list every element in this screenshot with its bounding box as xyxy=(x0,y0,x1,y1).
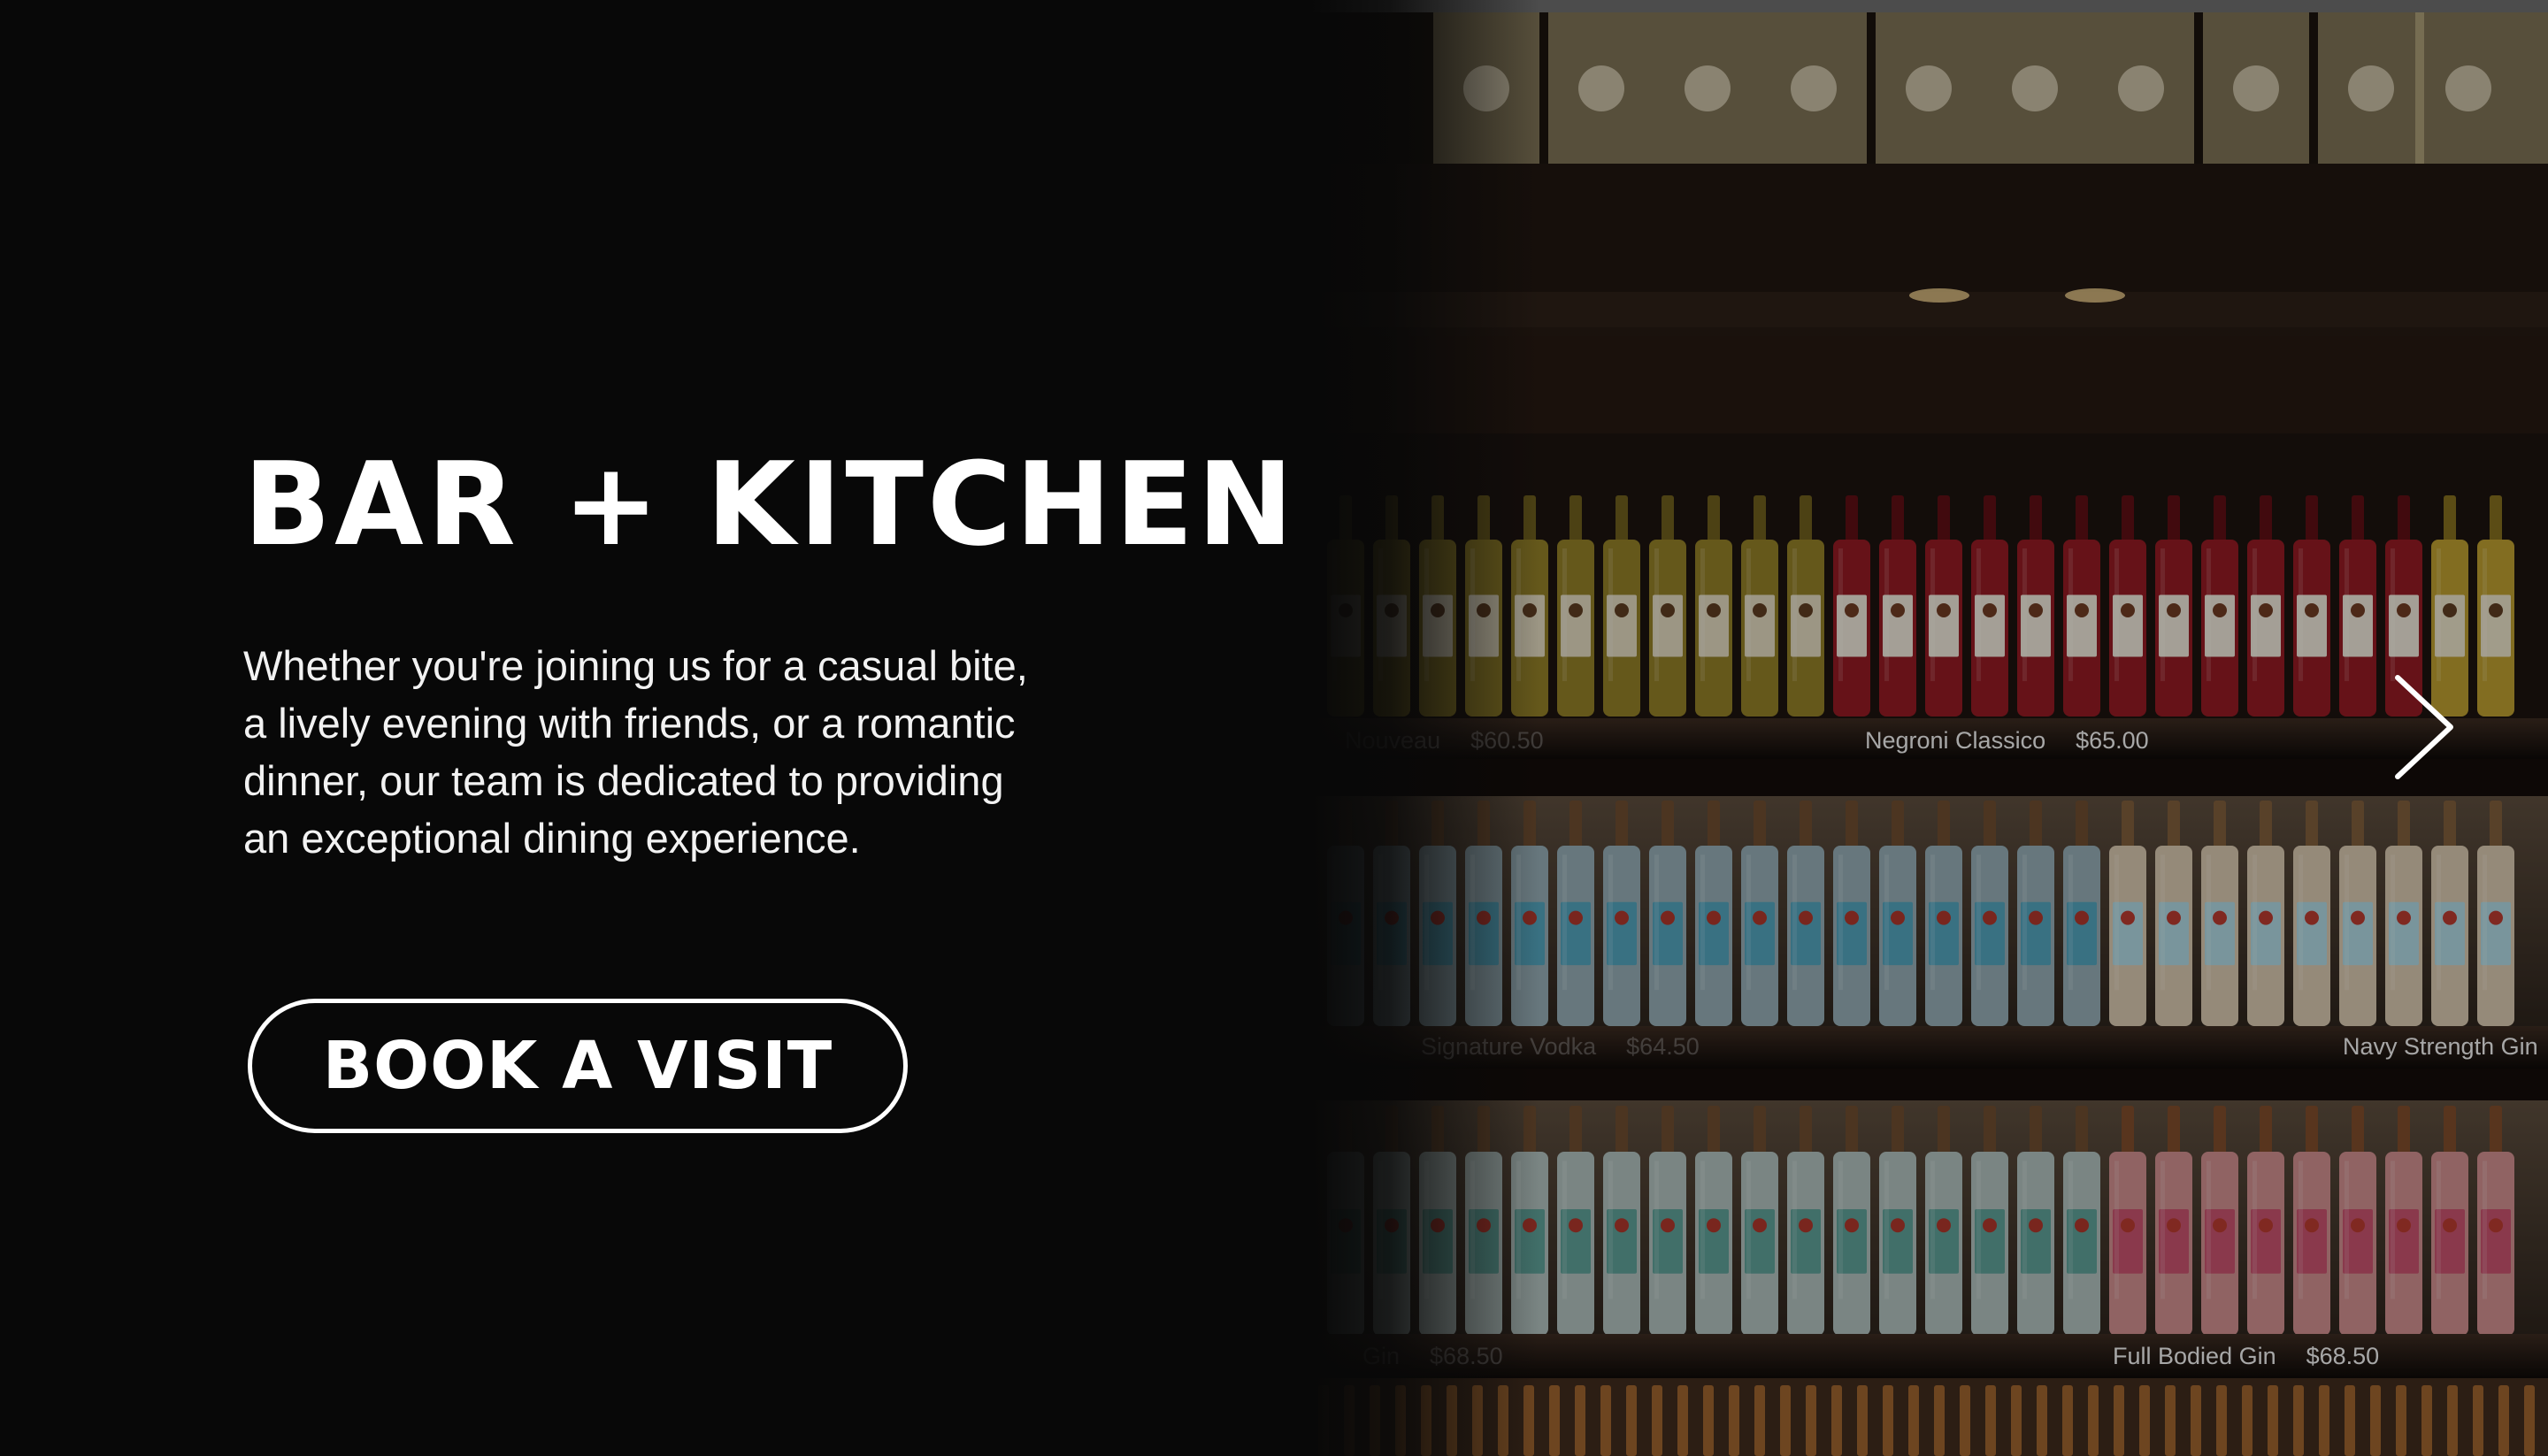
page-title: BAR + KITCHEN xyxy=(243,437,1297,571)
bottle-neck xyxy=(2396,1385,2406,1456)
bottle-neck xyxy=(2037,1385,2047,1456)
shelf-label-name: Signature Vodka xyxy=(1421,1033,1597,1060)
gin-box-seal xyxy=(2348,65,2394,111)
gin-box-seal xyxy=(1906,65,1952,111)
bottle-neck xyxy=(2139,1385,2150,1456)
bottle-neck xyxy=(2114,1385,2124,1456)
bottle-neck xyxy=(2216,1385,2227,1456)
bottle-neck xyxy=(2421,1385,2432,1456)
gin-box-seal xyxy=(2118,65,2164,111)
bottle-neck xyxy=(1677,1385,1688,1456)
gin-box-seal xyxy=(2445,65,2491,111)
bottle-neck xyxy=(1575,1385,1585,1456)
bottle-neck xyxy=(1908,1385,1919,1456)
bottle-neck xyxy=(1395,1385,1406,1456)
shelf-label-price: $68.50 xyxy=(2306,1343,2380,1369)
chevron-right-icon xyxy=(2395,675,2453,779)
bottle-neck xyxy=(1985,1385,1996,1456)
bottle-neck xyxy=(1652,1385,1662,1456)
shelf-label-name: Full Bodied Gin xyxy=(2113,1343,2276,1369)
shelf-label-price: $64.50 xyxy=(1626,1033,1700,1060)
bottle-neck xyxy=(2191,1385,2201,1456)
bottle-neck xyxy=(2447,1385,2458,1456)
bottle-neck xyxy=(1447,1385,1457,1456)
shelf-label: Negroni Classico $65.00 xyxy=(1865,727,2149,755)
gin-box-seal xyxy=(1578,65,1624,111)
bar-shelves-photo: Nouveau $60.50 Negroni Classico $65.00 S… xyxy=(1309,0,2548,1456)
bottle-neck xyxy=(1806,1385,1816,1456)
bottle-neck xyxy=(1960,1385,1970,1456)
hero-section: Nouveau $60.50 Negroni Classico $65.00 S… xyxy=(0,0,2548,1456)
shelf-label: Signature Vodka $64.50 xyxy=(1421,1033,1700,1061)
shelf-label: Navy Strength Gin xyxy=(2343,1033,2538,1061)
shelf-label-name: Negroni Classico xyxy=(1865,727,2046,754)
gin-box xyxy=(2521,12,2548,165)
bottle-neck xyxy=(1344,1385,1355,1456)
gin-box-seal xyxy=(1685,65,1731,111)
shelf-label-price: $65.00 xyxy=(2076,727,2149,754)
gin-box-seal xyxy=(1463,65,1509,111)
hero-description: Whether you're joining us for a casual b… xyxy=(243,642,1028,862)
shelf-label-name: Nouveau xyxy=(1345,727,1441,754)
bottle-neck xyxy=(1421,1385,1431,1456)
bottle-neck xyxy=(2319,1385,2329,1456)
bottle-neck xyxy=(1883,1385,1893,1456)
bottle-neck xyxy=(1318,1385,1329,1456)
bottle-neck xyxy=(1754,1385,1765,1456)
shelf-label-name: Navy Strength Gin xyxy=(2343,1033,2538,1060)
bottle-neck xyxy=(2165,1385,2176,1456)
bottle-neck xyxy=(2268,1385,2278,1456)
bottle-neck xyxy=(2293,1385,2304,1456)
shelf-label: Gin $68.50 xyxy=(1362,1343,1503,1370)
bottle-neck xyxy=(2062,1385,2073,1456)
bottle-neck xyxy=(1729,1385,1739,1456)
carousel-next-button[interactable] xyxy=(2389,672,2460,782)
bottle-neck xyxy=(1831,1385,1842,1456)
shelf-label: Full Bodied Gin $68.50 xyxy=(2113,1343,2379,1370)
bottle-neck xyxy=(1498,1385,1508,1456)
bottle-neck xyxy=(2088,1385,2099,1456)
bottle-neck xyxy=(2011,1385,2022,1456)
bottle-neck xyxy=(2242,1385,2253,1456)
bottle-neck xyxy=(1934,1385,1945,1456)
shelf-label: Nouveau $60.50 xyxy=(1345,727,1544,755)
book-a-visit-button[interactable]: BOOK A VISIT xyxy=(248,999,908,1133)
bottle-neck xyxy=(1600,1385,1611,1456)
bottle-neck xyxy=(1370,1385,1380,1456)
gin-box-seal xyxy=(2012,65,2058,111)
bottle-neck xyxy=(2370,1385,2381,1456)
bottle-neck xyxy=(1523,1385,1534,1456)
bottle-neck xyxy=(1626,1385,1637,1456)
bottle-neck xyxy=(1703,1385,1714,1456)
shelf-label-name: Gin xyxy=(1362,1343,1401,1369)
bottle-neck xyxy=(2473,1385,2483,1456)
bottle-neck xyxy=(2524,1385,2535,1456)
bottle-neck xyxy=(1857,1385,1868,1456)
shelf-label-price: $60.50 xyxy=(1470,727,1544,754)
bottle-neck xyxy=(1549,1385,1560,1456)
gin-box-seal xyxy=(1791,65,1837,111)
bottle-neck xyxy=(2498,1385,2509,1456)
bottle-neck xyxy=(1780,1385,1791,1456)
shelf-label-price: $68.50 xyxy=(1430,1343,1503,1369)
bottle-neck xyxy=(1472,1385,1483,1456)
bottle-neck xyxy=(2345,1385,2355,1456)
gin-box-seal xyxy=(2233,65,2279,111)
